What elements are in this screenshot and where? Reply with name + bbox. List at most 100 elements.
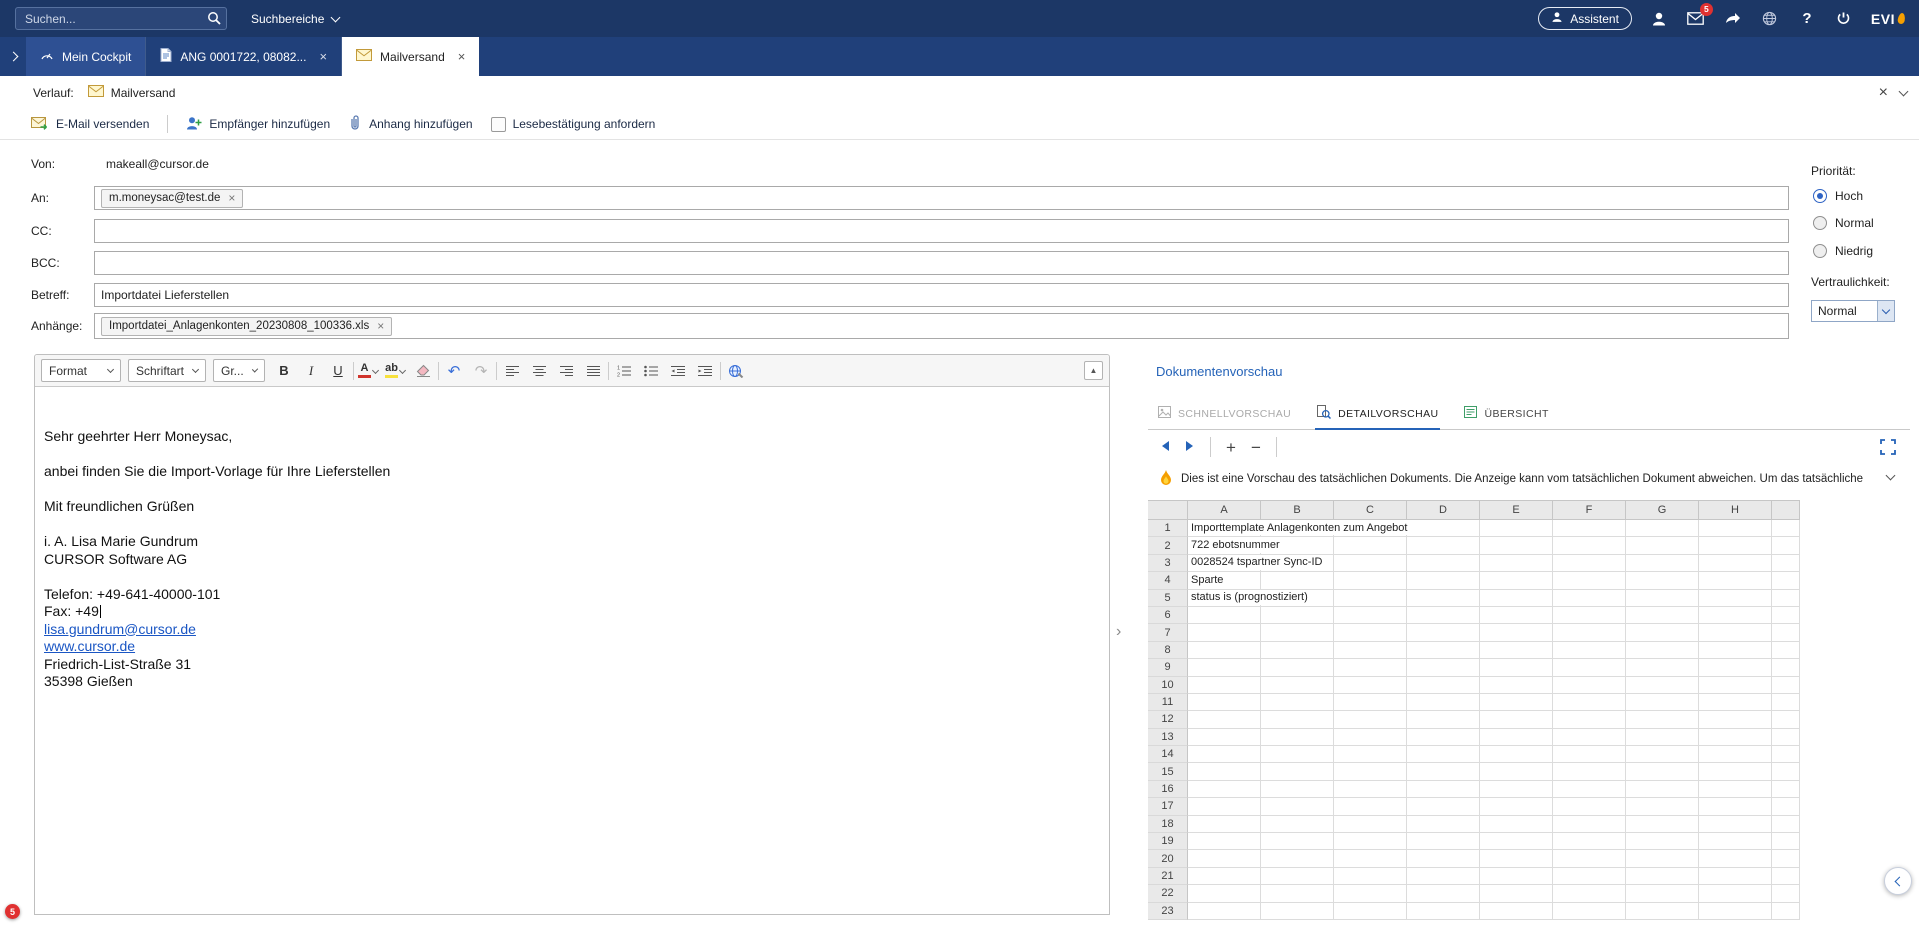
sheet-cell[interactable] <box>1261 642 1334 659</box>
sheet-cell[interactable] <box>1261 885 1334 902</box>
sheet-cell[interactable] <box>1188 677 1261 694</box>
sheet-cell[interactable] <box>1407 711 1480 728</box>
sheet-cell[interactable] <box>1626 520 1699 537</box>
sheet-cell[interactable] <box>1626 746 1699 763</box>
sheet-cell[interactable] <box>1553 659 1626 676</box>
sheet-cell[interactable] <box>1334 590 1407 607</box>
cc-field[interactable] <box>94 219 1789 243</box>
sheet-cell[interactable] <box>1407 607 1480 624</box>
zoom-out-button[interactable]: − <box>1251 439 1261 456</box>
sheet-cell[interactable] <box>1407 555 1480 572</box>
sheet-cell[interactable] <box>1480 729 1553 746</box>
sheet-cell[interactable] <box>1480 572 1553 589</box>
remove-format-button[interactable] <box>411 359 435 383</box>
sheet-cell[interactable] <box>1261 833 1334 850</box>
sheet-cell[interactable] <box>1480 833 1553 850</box>
sheet-cell[interactable] <box>1553 520 1626 537</box>
font-color-button[interactable]: A <box>357 359 381 383</box>
panel-splitter-handle[interactable]: › <box>1116 624 1121 640</box>
sheet-cell[interactable] <box>1261 607 1334 624</box>
chevron-down-icon[interactable] <box>1886 471 1896 481</box>
sheet-cell[interactable] <box>1553 590 1626 607</box>
next-page-button[interactable] <box>1185 440 1195 455</box>
sheet-cell[interactable] <box>1334 781 1407 798</box>
sheet-cell[interactable] <box>1188 868 1261 885</box>
tab-mailversand[interactable]: Mailversand × <box>342 37 479 76</box>
sheet-cell[interactable] <box>1699 781 1772 798</box>
read-receipt-toggle[interactable]: Lesebestätigung anfordern <box>491 117 656 132</box>
add-recipient-button[interactable]: Empfänger hinzufügen <box>186 116 330 133</box>
sheet-cell[interactable] <box>1261 816 1334 833</box>
sheet-cell[interactable] <box>1407 850 1480 867</box>
sheet-cell[interactable] <box>1407 520 1480 537</box>
zoom-in-button[interactable]: + <box>1226 439 1236 456</box>
sheet-cell[interactable]: Importtemplate Anlagenkonten zum Angebot <box>1188 520 1261 537</box>
sheet-cell[interactable] <box>1480 607 1553 624</box>
sheet-cell[interactable] <box>1480 903 1553 920</box>
sheet-cell[interactable] <box>1553 537 1626 554</box>
sheet-cell[interactable] <box>1188 607 1261 624</box>
sheet-cell[interactable] <box>1407 798 1480 815</box>
chevron-down-icon[interactable] <box>1899 86 1909 96</box>
sheet-cell[interactable] <box>1261 903 1334 920</box>
sheet-cell[interactable] <box>1553 816 1626 833</box>
add-attachment-button[interactable]: Anhang hinzufügen <box>348 115 472 134</box>
search-areas-dropdown[interactable]: Suchbereiche <box>251 12 339 26</box>
sheet-cell[interactable] <box>1334 729 1407 746</box>
sheet-cell[interactable] <box>1553 850 1626 867</box>
sheet-cell[interactable] <box>1553 729 1626 746</box>
sheet-cell[interactable] <box>1626 763 1699 780</box>
italic-button[interactable]: I <box>299 359 323 383</box>
priority-option-niedrig[interactable]: Niedrig <box>1813 241 1873 261</box>
sheet-cell[interactable] <box>1261 729 1334 746</box>
redo-button[interactable]: ↷ <box>469 359 493 383</box>
outdent-button[interactable] <box>666 359 690 383</box>
sheet-cell[interactable] <box>1334 694 1407 711</box>
sheet-cell[interactable] <box>1188 624 1261 641</box>
search-input[interactable] <box>15 7 227 30</box>
sheet-cell[interactable] <box>1334 903 1407 920</box>
sheet-cell[interactable] <box>1480 868 1553 885</box>
sheet-cell[interactable] <box>1407 659 1480 676</box>
sheet-cell[interactable] <box>1626 590 1699 607</box>
sheet-cell[interactable] <box>1480 781 1553 798</box>
sheet-cell[interactable] <box>1334 572 1407 589</box>
sheet-cell[interactable] <box>1553 694 1626 711</box>
sheet-cell[interactable] <box>1480 537 1553 554</box>
logout-button[interactable] <box>1834 9 1854 29</box>
sheet-cell[interactable] <box>1553 781 1626 798</box>
sheet-cell[interactable] <box>1626 833 1699 850</box>
sheet-cell[interactable] <box>1480 520 1553 537</box>
sheet-cell[interactable] <box>1699 607 1772 624</box>
highlight-button[interactable]: ab <box>384 359 408 383</box>
sheet-cell[interactable] <box>1699 850 1772 867</box>
sheet-cell[interactable] <box>1407 868 1480 885</box>
help-button[interactable]: ? <box>1797 9 1817 29</box>
inbox-button[interactable]: 5 <box>1686 9 1706 29</box>
sheet-cell[interactable] <box>1334 746 1407 763</box>
sheet-cell[interactable] <box>1188 659 1261 676</box>
sheet-cell[interactable] <box>1480 642 1553 659</box>
tab-mein-cockpit[interactable]: Mein Cockpit <box>26 37 145 76</box>
sheet-cell[interactable] <box>1188 903 1261 920</box>
sheet-cell[interactable] <box>1480 816 1553 833</box>
sheet-cell[interactable] <box>1261 850 1334 867</box>
sheet-cell[interactable]: Sparte <box>1188 572 1261 589</box>
sheet-cell[interactable] <box>1699 885 1772 902</box>
sheet-cell[interactable] <box>1334 850 1407 867</box>
sheet-cell[interactable] <box>1334 816 1407 833</box>
radio-icon[interactable] <box>1813 244 1827 258</box>
sheet-cell[interactable] <box>1553 711 1626 728</box>
sheet-cell[interactable] <box>1480 746 1553 763</box>
sheet-cell[interactable] <box>1699 816 1772 833</box>
sheet-cell[interactable] <box>1407 816 1480 833</box>
sheet-cell[interactable] <box>1480 677 1553 694</box>
sheet-cell[interactable] <box>1188 729 1261 746</box>
to-field[interactable]: m.moneysac@test.de × <box>94 186 1789 210</box>
sheet-cell[interactable] <box>1334 607 1407 624</box>
bold-button[interactable]: B <box>272 359 296 383</box>
sheet-cell[interactable] <box>1480 590 1553 607</box>
sheet-cell[interactable] <box>1407 763 1480 780</box>
font-select[interactable]: Schriftart <box>128 359 206 382</box>
sheet-cell[interactable] <box>1480 798 1553 815</box>
